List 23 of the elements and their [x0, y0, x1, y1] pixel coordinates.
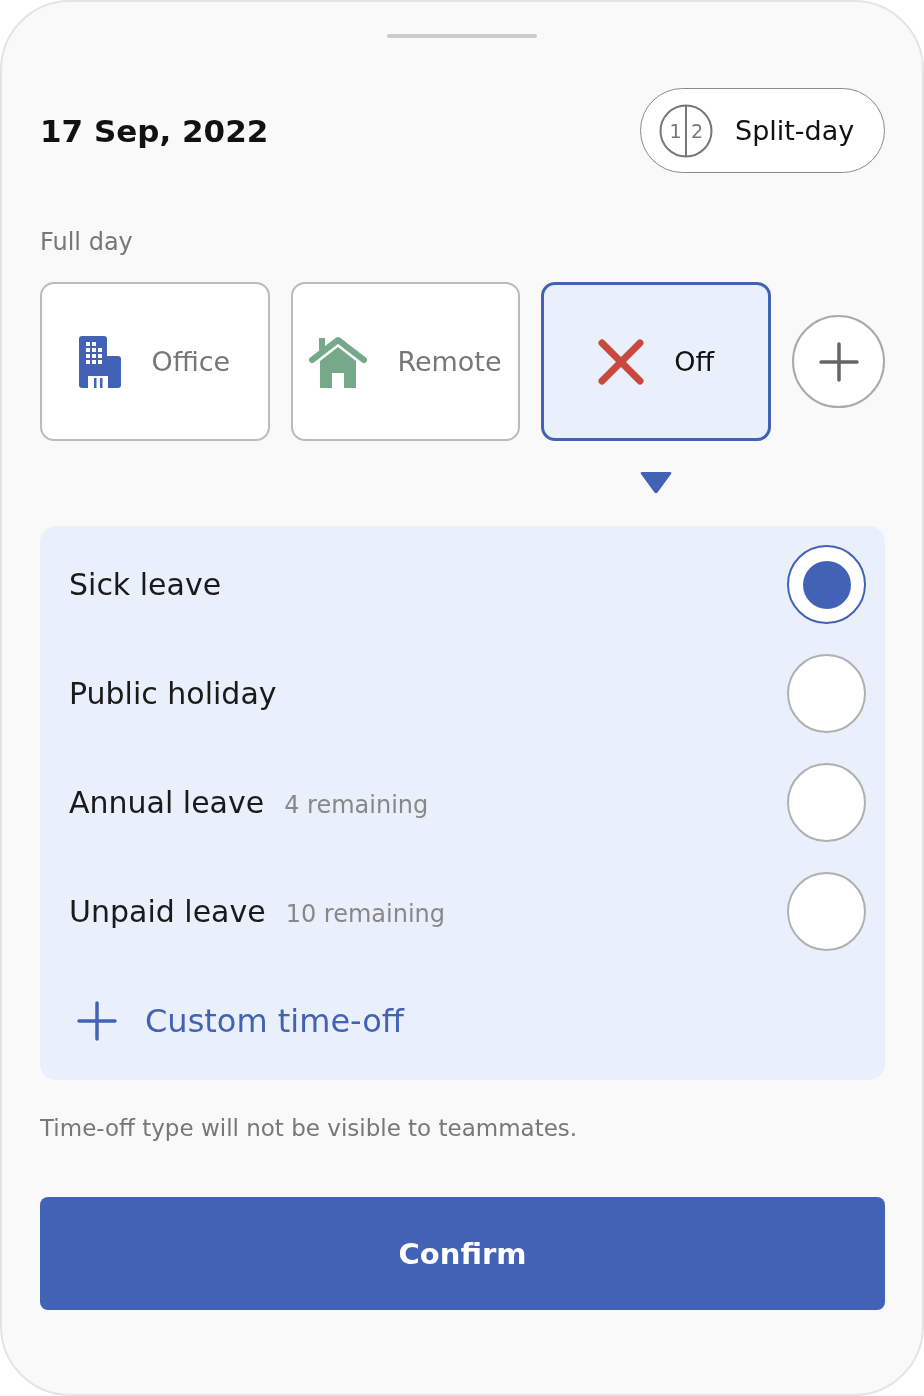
- date-title: 17 Sep, 2022: [40, 112, 269, 149]
- drag-handle[interactable]: [386, 34, 537, 38]
- plus-icon: [77, 1000, 117, 1041]
- remaining-count: 4 remaining: [284, 791, 429, 819]
- leave-type-label: Public holiday: [69, 676, 277, 711]
- house-icon: [309, 335, 368, 388]
- section-label: Full day: [40, 227, 134, 257]
- triangle-pointer-icon: [640, 471, 673, 494]
- leave-type-label: Sick leave: [69, 567, 222, 602]
- plus-icon: [818, 341, 859, 382]
- leave-type-label: Annual leave: [69, 785, 265, 820]
- day-type-option[interactable]: Office: [40, 282, 270, 441]
- custom-time-off-button[interactable]: Custom time-off: [69, 981, 404, 1060]
- visibility-note: Time-off type will not be visible to teammates.: [40, 1114, 579, 1143]
- split-day-button[interactable]: 1 2 Split-day: [640, 88, 885, 173]
- confirm-button[interactable]: Confirm: [40, 1197, 885, 1310]
- building-icon: [79, 335, 122, 388]
- day-type-option[interactable]: Remote: [290, 282, 521, 441]
- split-circle-icon: 1 2: [659, 103, 713, 158]
- leave-type-label: Unpaid leave: [69, 894, 266, 929]
- day-type-option[interactable]: Off: [541, 282, 771, 441]
- cross-icon: [598, 338, 645, 385]
- remaining-count: 10 remaining: [285, 900, 446, 928]
